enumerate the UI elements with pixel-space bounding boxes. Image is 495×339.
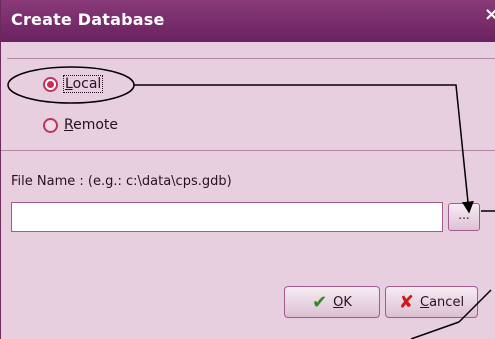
close-icon[interactable]: × [484,4,495,25]
dialog-title: Create Database [11,10,165,29]
file-name-input[interactable] [11,202,443,232]
radio-local-label: Local [62,75,104,93]
radio-remote-button[interactable] [43,117,58,133]
file-name-label: File Name : (e.g.: c:\data\cps.gdb) [11,174,232,189]
cancel-label: Cancel [420,294,465,310]
browse-button[interactable]: ... [448,203,480,231]
create-database-dialog: Create Database × Local Remote File Name… [0,0,495,339]
radio-remote-label: Remote [64,117,119,133]
radio-local-button[interactable] [43,76,58,92]
checkmark-icon: ✔ [312,291,328,313]
radio-local[interactable]: Local [43,75,104,93]
title-bar: Create Database × [1,0,495,42]
annotation-line-bottom [410,321,460,339]
location-group [7,58,495,151]
divider [1,150,495,151]
x-icon: ✘ [398,291,415,313]
radio-remote[interactable]: Remote [43,117,118,133]
ok-button[interactable]: ✔ OK [284,286,380,318]
cancel-button[interactable]: ✘ Cancel [385,286,478,318]
ok-label: OK [333,294,352,310]
